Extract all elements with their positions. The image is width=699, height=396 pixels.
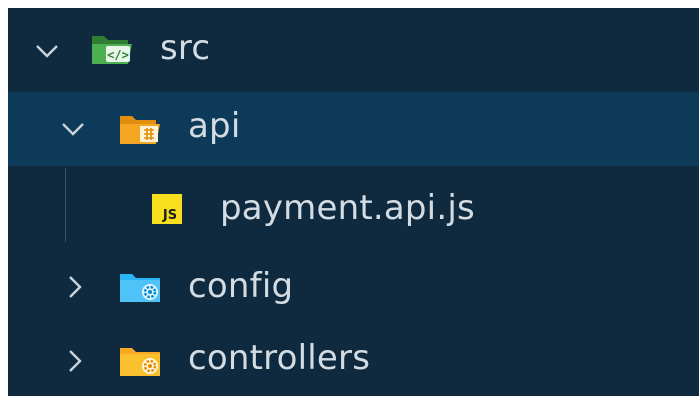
- tree-item-label: src: [160, 28, 211, 68]
- chevron-down-icon[interactable]: [32, 36, 62, 66]
- folder-controllers-icon: [118, 342, 164, 378]
- folder-api-open-icon: [118, 110, 164, 146]
- file-explorer-tree: </> src api JS payment.api.js config con…: [8, 8, 699, 396]
- tree-item-controllers[interactable]: controllers: [8, 324, 699, 396]
- tree-item-payment-api-js[interactable]: JS payment.api.js: [8, 172, 699, 246]
- js-badge-text: JS: [162, 208, 177, 223]
- chevron-right-icon[interactable]: [60, 346, 90, 376]
- chevron-right-icon[interactable]: [60, 272, 90, 302]
- folder-config-icon: [118, 268, 164, 304]
- chevron-down-icon[interactable]: [58, 114, 88, 144]
- tree-item-config[interactable]: config: [8, 250, 699, 324]
- tree-item-label: config: [188, 266, 294, 306]
- svg-text:</>: </>: [107, 48, 129, 62]
- javascript-file-icon: JS: [148, 188, 188, 228]
- tree-item-src[interactable]: </> src: [8, 12, 699, 86]
- tree-item-label: controllers: [188, 338, 371, 378]
- folder-src-open-icon: </>: [90, 30, 136, 66]
- tree-item-api[interactable]: api: [8, 92, 699, 166]
- tree-item-label: api: [188, 106, 241, 146]
- tree-item-label: payment.api.js: [220, 188, 475, 228]
